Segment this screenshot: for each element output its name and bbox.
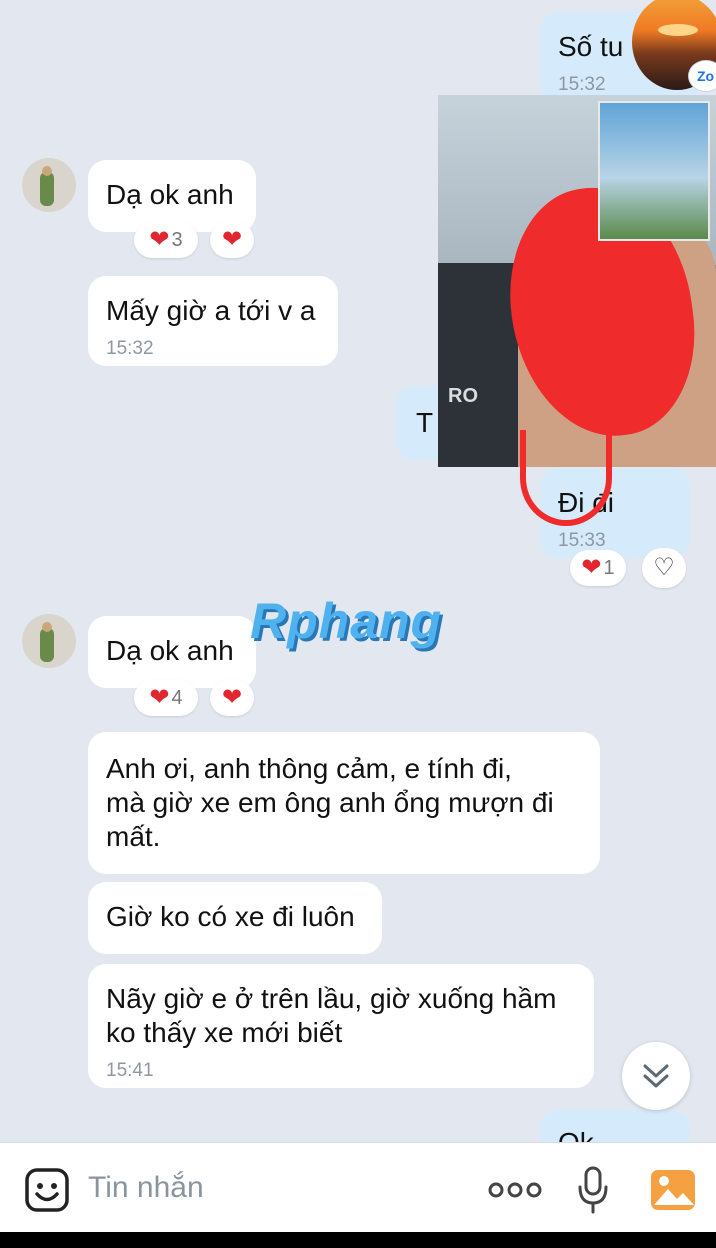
message-bubble-incoming[interactable]: Dạ ok anh xyxy=(88,616,256,688)
chevron-double-down-icon xyxy=(643,1064,669,1088)
reaction-summary[interactable]: ❤ 4 xyxy=(134,680,198,716)
gallery-image-icon[interactable] xyxy=(650,1169,696,1211)
message-text: Giờ ko có xe đi luôn xyxy=(106,901,355,932)
message-bubble-incoming[interactable]: Anh ơi, anh thông cảm, e tính đi, mà giờ… xyxy=(88,732,600,874)
watermark-logo: Rphang xyxy=(250,593,443,649)
message-bubble-incoming[interactable]: Giờ ko có xe đi luôn xyxy=(88,882,382,954)
self-view-thumbnail[interactable] xyxy=(598,101,710,241)
avatar-head xyxy=(42,622,52,632)
message-time: 15:32 xyxy=(106,338,154,359)
redaction-scribble-tail xyxy=(520,430,612,526)
contact-avatar[interactable] xyxy=(22,158,76,212)
reaction-summary[interactable]: ❤ 1 xyxy=(570,550,626,586)
heart-icon: ❤ xyxy=(221,684,243,711)
reaction-count: 4 xyxy=(171,686,183,709)
heart-icon: ❤ xyxy=(221,226,243,253)
emoji-sticker-icon[interactable] xyxy=(24,1167,70,1213)
reaction-count: 1 xyxy=(603,556,615,579)
message-text: Anh ơi, anh thông cảm, e tính đi, mà giờ… xyxy=(106,753,554,852)
message-time: 15:41 xyxy=(106,1060,154,1081)
message-bubble-incoming[interactable]: Mấy giờ a tới v a 15:32 xyxy=(88,276,338,366)
contact-avatar[interactable] xyxy=(22,614,76,668)
zalo-badge: Zo xyxy=(688,60,716,92)
message-text: Nãy giờ e ở trên lầu, giờ xuống hầm ko t… xyxy=(106,983,557,1048)
system-navigation-bar xyxy=(0,1232,716,1248)
sun-icon xyxy=(658,24,698,36)
reaction-summary[interactable]: ❤ 3 xyxy=(134,222,198,258)
chat-screen: Số tu 15:32 Zo Dạ ok anh ❤ 3 ❤ Mấy giờ a… xyxy=(0,0,716,1232)
message-composer: Tin nhắn xyxy=(0,1142,716,1232)
heart-icon: ❤ xyxy=(149,684,170,711)
message-text: Dạ ok anh xyxy=(106,179,234,210)
scroll-to-bottom-button[interactable] xyxy=(622,1042,690,1110)
heart-icon: ❤ xyxy=(149,226,170,253)
video-machine-label: RO xyxy=(448,385,478,407)
react-heart-button[interactable]: ♡ xyxy=(642,548,686,588)
video-call-overlay[interactable]: RO xyxy=(438,95,716,467)
avatar-head xyxy=(42,166,52,176)
message-time: 15:33 xyxy=(558,530,606,551)
message-text: Số tu xyxy=(558,31,624,62)
more-dots-icon[interactable] xyxy=(486,1177,544,1203)
avatar-figure xyxy=(40,172,54,206)
heart-outline-icon: ♡ xyxy=(653,554,675,581)
avatar-figure xyxy=(40,628,54,662)
react-heart-button[interactable]: ❤ xyxy=(210,680,254,716)
message-time: 15:32 xyxy=(558,74,606,95)
heart-icon: ❤ xyxy=(581,554,602,581)
reaction-count: 3 xyxy=(171,228,183,251)
message-text: Mấy giờ a tới v a xyxy=(106,295,316,326)
microphone-icon[interactable] xyxy=(576,1165,610,1215)
message-bubble-incoming[interactable]: Nãy giờ e ở trên lầu, giờ xuống hầm ko t… xyxy=(88,964,594,1088)
message-text: T xyxy=(416,407,434,438)
message-text: Dạ ok anh xyxy=(106,635,234,666)
message-input[interactable]: Tin nhắn xyxy=(88,1171,204,1205)
react-heart-button[interactable]: ❤ xyxy=(210,222,254,258)
